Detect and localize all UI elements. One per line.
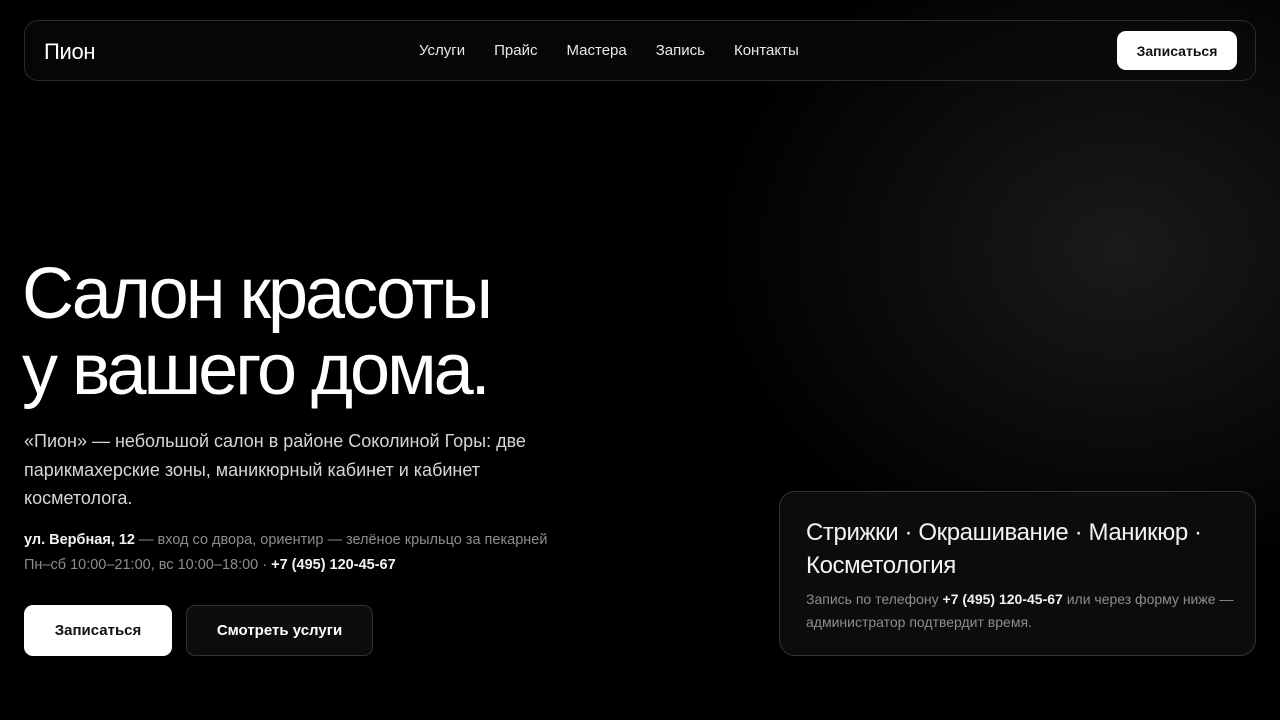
hero-title-line-1: Салон красоты bbox=[22, 254, 493, 334]
nav-book-button[interactable]: Записаться bbox=[1117, 31, 1237, 70]
hours-line: Пн–сб 10:00–21:00, вс 10:00–18:00 · +7 (… bbox=[24, 553, 547, 578]
address-line: ул. Вербная, 12 — вход со двора, ориенти… bbox=[24, 528, 547, 553]
hero-title: Салон красоты у вашего дома. bbox=[22, 254, 493, 410]
menu-item-booking[interactable]: Запись bbox=[656, 42, 705, 59]
address-note: — вход со двора, ориентир — зелёное крыл… bbox=[134, 532, 548, 548]
hero-title-line-2: у вашего дома. bbox=[22, 330, 491, 410]
top-navbar: Пион Услуги Прайс Мастера Запись Контакт… bbox=[24, 20, 1256, 81]
menu-item-prices[interactable]: Прайс bbox=[494, 42, 537, 59]
hero-description: «Пион» — небольшой салон в районе Соколи… bbox=[24, 431, 526, 508]
book-button[interactable]: Записаться bbox=[24, 605, 172, 656]
phone-link[interactable]: +7 (495) 120-45-67 bbox=[271, 557, 396, 573]
menu-item-masters[interactable]: Мастера bbox=[567, 42, 627, 59]
address: ул. Вербная, 12 bbox=[24, 532, 135, 548]
opening-hours: Пн–сб 10:00–21:00, вс 10:00–18:00 · bbox=[24, 557, 272, 573]
menu-item-services[interactable]: Услуги bbox=[419, 42, 465, 59]
main-menu: Услуги Прайс Мастера Запись Контакты bbox=[419, 42, 828, 59]
services-list: Стрижки · Окрашивание · Маникюр · Космет… bbox=[806, 519, 1202, 579]
card-phone-link[interactable]: +7 (495) 120-45-67 bbox=[943, 591, 1063, 607]
booking-note: Запись по телефону +7 (495) 120-45-67 ил… bbox=[806, 588, 1236, 634]
menu-item-contacts[interactable]: Контакты bbox=[734, 42, 799, 59]
salon-info: ул. Вербная, 12 — вход со двора, ориенти… bbox=[24, 528, 547, 578]
view-services-button[interactable]: Смотреть услуги bbox=[186, 605, 373, 656]
booking-note-start: Запись по телефону bbox=[806, 591, 943, 607]
logo[interactable]: Пион bbox=[44, 39, 96, 65]
services-card: Стрижки · Окрашивание · Маникюр · Космет… bbox=[779, 491, 1256, 656]
